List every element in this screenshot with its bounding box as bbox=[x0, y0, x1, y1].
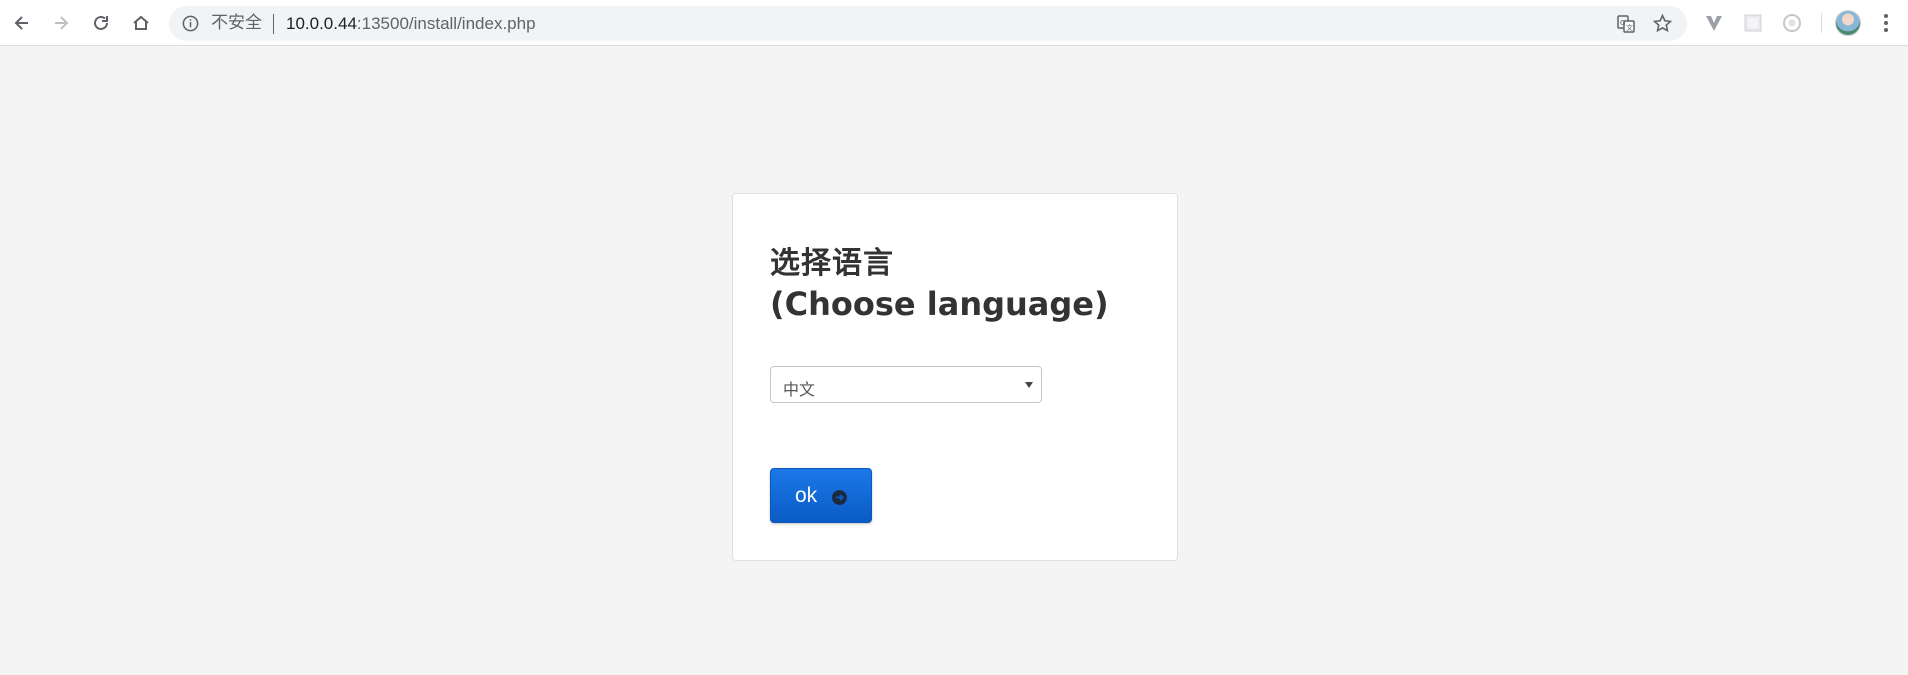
page-title-zh: 选择语言 bbox=[770, 246, 894, 281]
language-card: 选择语言 (Choose language) 中文 ok bbox=[732, 193, 1178, 561]
arrow-right-circle-icon bbox=[832, 490, 847, 505]
chevron-down-icon bbox=[1025, 382, 1033, 388]
reload-icon bbox=[94, 15, 108, 30]
star-icon[interactable] bbox=[1652, 13, 1673, 34]
avatar[interactable] bbox=[1835, 10, 1861, 36]
svg-text:G: G bbox=[1620, 19, 1625, 27]
home-icon bbox=[133, 15, 149, 30]
back-icon bbox=[14, 16, 28, 30]
svg-text:文: 文 bbox=[1626, 23, 1633, 32]
forward-icon bbox=[55, 16, 69, 30]
language-select[interactable]: 中文 bbox=[770, 366, 1042, 403]
ok-button[interactable]: ok bbox=[770, 468, 872, 523]
page-title-en: (Choose language) bbox=[770, 285, 1109, 323]
url-host: 10.0.0.44 bbox=[286, 14, 357, 33]
extension-square-icon[interactable] bbox=[1742, 12, 1764, 34]
extension-circle-icon[interactable] bbox=[1781, 12, 1803, 34]
home-button[interactable] bbox=[127, 9, 155, 37]
reload-button[interactable] bbox=[87, 9, 115, 37]
ok-button-label: ok bbox=[795, 484, 818, 507]
back-button[interactable] bbox=[8, 9, 36, 37]
browser-toolbar: 不安全 10.0.0.44:13500/install/index.php G … bbox=[0, 0, 1908, 46]
extension-v-icon[interactable] bbox=[1703, 12, 1725, 34]
forward-button[interactable] bbox=[47, 9, 75, 37]
address-divider bbox=[273, 14, 274, 34]
url-path: :13500/install/index.php bbox=[356, 14, 536, 33]
info-icon[interactable] bbox=[181, 14, 200, 33]
security-label[interactable]: 不安全 bbox=[211, 14, 262, 33]
toolbar-divider bbox=[1821, 13, 1822, 33]
url-text[interactable]: 10.0.0.44:13500/install/index.php bbox=[286, 14, 536, 33]
address-bar[interactable]: 不安全 10.0.0.44:13500/install/index.php G … bbox=[169, 6, 1687, 41]
language-select-value: 中文 bbox=[783, 380, 816, 399]
translate-icon[interactable]: G 文 bbox=[1616, 14, 1636, 34]
menu-icon[interactable] bbox=[1876, 11, 1896, 35]
